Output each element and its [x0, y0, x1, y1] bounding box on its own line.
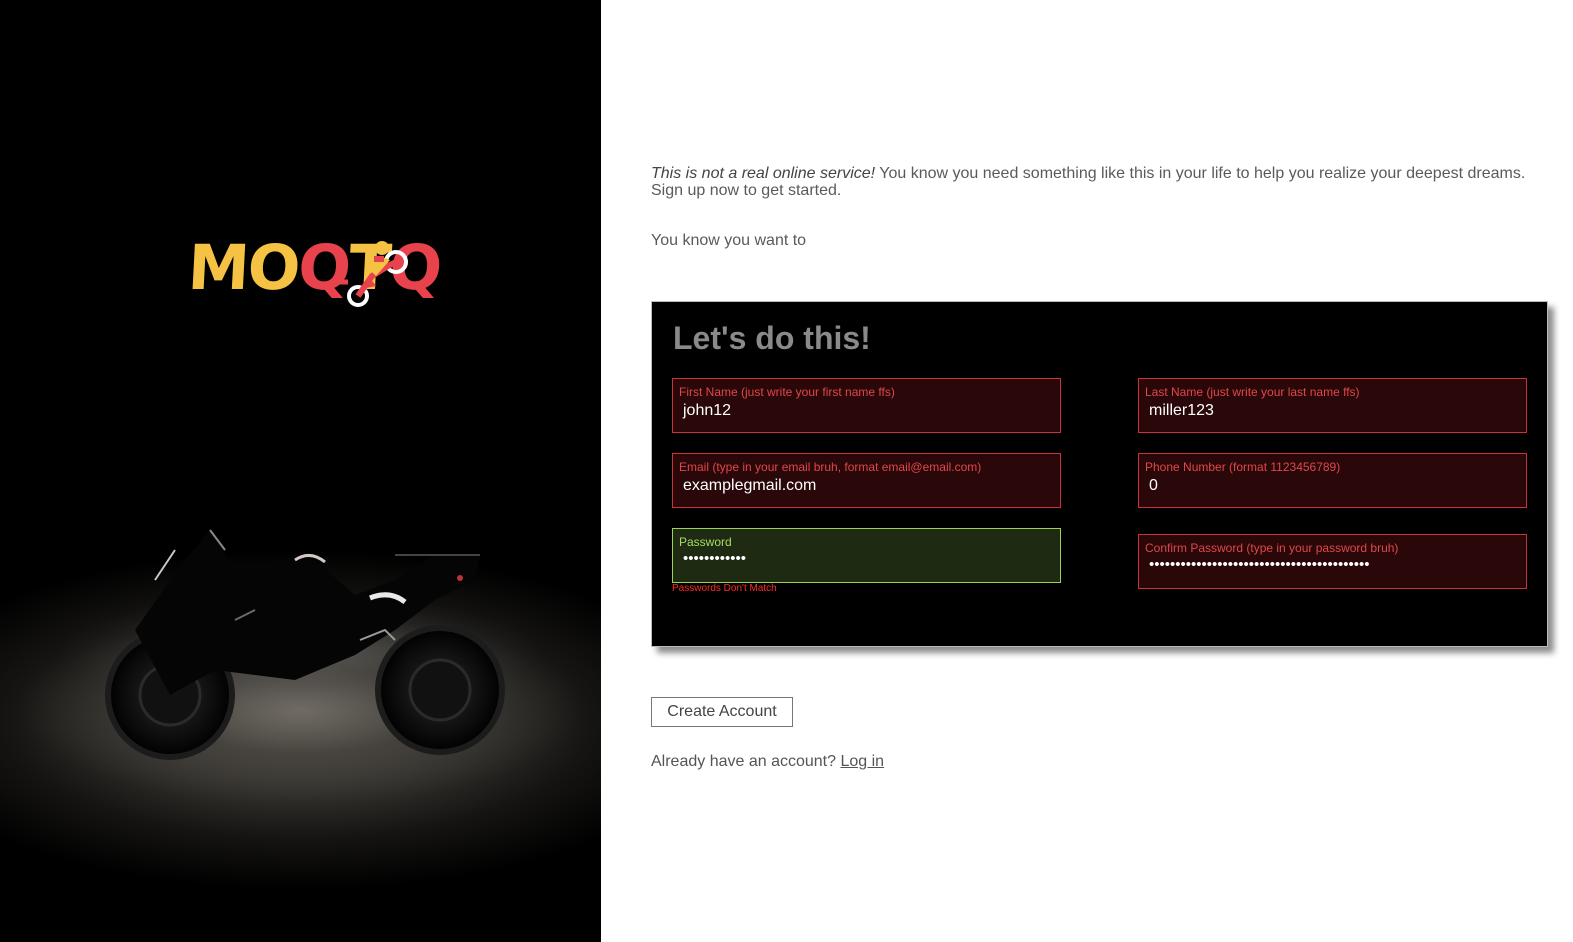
- motorbike-rider-icon: [336, 241, 408, 307]
- main-content: This is not a real online service! You k…: [651, 0, 1551, 942]
- signup-form: Let's do this! First Name (just write yo…: [651, 301, 1548, 647]
- first-name-field[interactable]: First Name (just write your first name f…: [672, 378, 1061, 433]
- email-label: Email (type in your email bruh, format e…: [679, 460, 982, 474]
- logo: MOQTQ: [186, 228, 442, 310]
- last-name-field[interactable]: Last Name (just write your last name ffs…: [1138, 378, 1527, 433]
- phone-label: Phone Number (format 1123456789): [1145, 460, 1341, 474]
- confirm-password-input[interactable]: ••••••••••••••••••••••••••••••••••••••••…: [1149, 556, 1370, 573]
- first-name-input[interactable]: john12: [683, 402, 731, 420]
- last-name-label: Last Name (just write your last name ffs…: [1145, 385, 1360, 399]
- logo-text-part1: MO: [186, 231, 301, 304]
- password-field[interactable]: Password ••••••••••••: [672, 528, 1061, 583]
- phone-input[interactable]: 0: [1149, 477, 1158, 495]
- motorcycle-image: [105, 529, 505, 760]
- password-error: Passwords Don't Match: [672, 583, 777, 594]
- email-input[interactable]: examplegmail.com: [683, 477, 816, 495]
- login-prompt-text: Already have an account?: [651, 753, 837, 770]
- confirm-password-field[interactable]: Confirm Password (type in your password …: [1138, 534, 1527, 589]
- login-link[interactable]: Log in: [840, 753, 884, 770]
- intro-disclaimer: This is not a real online service!: [651, 165, 876, 182]
- login-prompt: Already have an account? Log in: [651, 753, 884, 771]
- intro-text: This is not a real online service! You k…: [651, 165, 1531, 199]
- tagline: You know you want to: [651, 232, 807, 249]
- first-name-label: First Name (just write your first name f…: [679, 385, 895, 399]
- hero-panel: MOQTQ: [0, 0, 601, 942]
- password-input[interactable]: ••••••••••••: [683, 550, 746, 567]
- password-label: Password: [679, 535, 732, 549]
- email-field[interactable]: Email (type in your email bruh, format e…: [672, 453, 1061, 508]
- create-account-button[interactable]: Create Account: [651, 697, 793, 727]
- form-title: Let's do this!: [673, 320, 871, 356]
- phone-field[interactable]: Phone Number (format 1123456789) 0: [1138, 453, 1527, 508]
- confirm-password-label: Confirm Password (type in your password …: [1145, 541, 1399, 555]
- last-name-input[interactable]: miller123: [1149, 402, 1214, 420]
